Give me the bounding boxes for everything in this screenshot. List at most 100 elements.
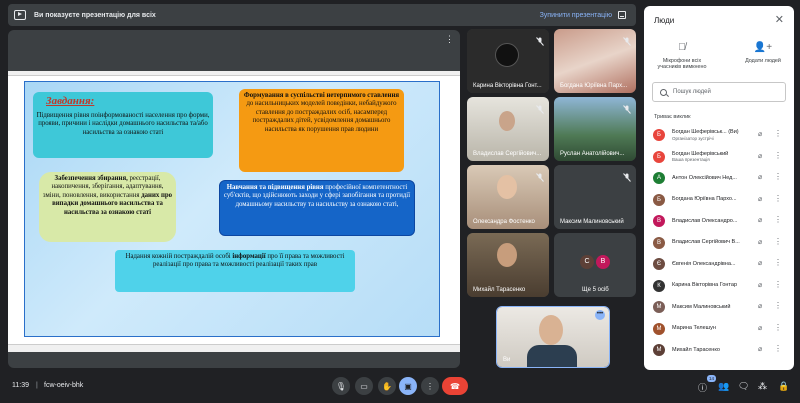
present-screen-icon <box>14 10 26 20</box>
slide-box-training-bold: Навчання та підвищення рівня <box>226 184 324 191</box>
present-button[interactable]: ▣ <box>399 377 417 395</box>
more-options-icon[interactable]: ⋮ <box>774 301 782 310</box>
participant-tile[interactable]: Максим Малиновський <box>554 165 636 229</box>
chat-icon[interactable]: 🗨 <box>738 381 749 392</box>
more-options-icon[interactable]: ⋮ <box>774 129 782 138</box>
mute-all-button[interactable]: 🎙̸ Мікрофони всіх учасників вимкнено <box>652 42 712 71</box>
participant-row[interactable]: А Антон Олексійович Нед... ⌀ ⋮ <box>644 168 794 188</box>
participant-tile[interactable]: Руслан Анатолійович... <box>554 97 636 161</box>
more-options-icon[interactable]: ⋮ <box>774 280 782 289</box>
close-icon[interactable]: ✕ <box>775 13 784 26</box>
participant-row[interactable]: Є Євгенія Олександрівна... ⌀ ⋮ <box>644 254 794 274</box>
info-icon[interactable]: ⓘ <box>698 381 707 394</box>
add-person-icon: 👤+ <box>753 42 773 53</box>
presenting-banner: Ви показуєте презентацію для всіх Зупини… <box>8 4 636 26</box>
participant-row[interactable]: Б Богдан Шеферівськ... (Ви) Організатор зу… <box>644 125 794 145</box>
meeting-code: fcw-oeiv-bhk <box>44 382 84 389</box>
slide-box-attitude: Формування в суспільстві нетерпимого ста… <box>239 89 404 172</box>
search-input[interactable]: Пошук людей <box>652 82 786 102</box>
stop-presenting-button[interactable]: Зупинити презентацію <box>540 12 612 19</box>
more-options-icon[interactable]: ⋮ <box>774 151 782 160</box>
participant-role: Ваша презентація <box>672 157 710 163</box>
browser-toolbar <box>8 71 460 76</box>
participant-row[interactable]: В Владислав Олександро... ⌀ ⋮ <box>644 211 794 231</box>
participant-name-block: Михайл Тарасенко <box>672 347 746 354</box>
participant-row[interactable]: М Марина Телешун ⌀ ⋮ <box>644 319 794 339</box>
pin-icon[interactable]: ⋮ <box>445 34 454 45</box>
more-participants-tile[interactable]: С В Ще 5 осіб <box>554 233 636 297</box>
mic-button[interactable]: 🎙 <box>332 377 350 395</box>
mic-off-icon: ⌀ <box>758 131 763 138</box>
mic-off-icon <box>623 169 631 182</box>
participant-tile[interactable]: Карина Вікторівна Гонт... <box>467 29 549 93</box>
mic-off-icon: ⌀ <box>758 174 763 181</box>
activities-icon[interactable]: ⁂ <box>758 381 767 392</box>
self-view-tile[interactable]: ••• Ви <box>496 306 610 368</box>
participant-row[interactable]: Б Богдана Юріївна Пархо... ⌀ ⋮ <box>644 190 794 210</box>
presenting-message: Ви показуєте презентацію для всіх <box>34 11 156 19</box>
mic-off-icon: ⌀ <box>758 238 763 246</box>
presentation-slide: Завдання: Підвищення рівня поінформовано… <box>24 81 440 337</box>
mic-off-icon <box>623 33 631 46</box>
slide-box-info-pre: Надання кожній постраждалій особі <box>125 253 233 260</box>
add-people-label: Додати людей <box>745 57 781 64</box>
participant-name: Карина Вікторівна Гонт... <box>473 83 542 89</box>
taskbar <box>8 344 460 352</box>
participant-name-block: Богдан Шеферівськ... (Ви) Організатор зус… <box>672 129 746 141</box>
avatar: М <box>653 322 665 335</box>
mic-off-icon: ⌀ <box>758 346 763 353</box>
participant-row[interactable]: К Карина Вікторівна Гонтар ⌀ ⋮ <box>644 276 794 296</box>
avatar: Б <box>653 193 665 206</box>
camera-button[interactable]: ▭ <box>355 377 373 395</box>
participant-row[interactable]: Б Богдан Шеферівський Ваша презентація ⌀ ⋮ <box>644 147 794 167</box>
participant-name-block: Владислав Сергійович В... <box>672 239 746 246</box>
participant-name-block: Антон Олексійович Нед... <box>672 175 746 182</box>
participant-tile[interactable]: Олександра Фостенко <box>467 165 549 229</box>
minimize-icon[interactable] <box>618 11 626 19</box>
mic-off-icon: ⌀ <box>758 303 763 310</box>
search-placeholder: Пошук людей <box>673 89 711 95</box>
mic-off-icon: ⌀ <box>758 217 763 224</box>
more-options-icon[interactable]: ⋮ <box>774 258 782 267</box>
raise-hand-button[interactable]: ✋ <box>378 377 396 395</box>
participant-row[interactable]: М Максим Малиновський ⌀ ⋮ <box>644 297 794 317</box>
avatar: Б <box>653 129 665 141</box>
participant-row[interactable]: В Владислав Сергійович В... ⌀ ⋮ <box>644 233 794 253</box>
more-options-button[interactable]: ⋮ <box>421 377 439 395</box>
mic-off-icon: ⌀ <box>758 195 763 203</box>
mic-off-icon <box>536 169 544 182</box>
clock: 11:39 <box>12 382 29 389</box>
add-people-button[interactable]: 👤+ Додати людей <box>738 42 788 64</box>
bottom-bar: 11:39 | fcw-oeiv-bhk 🎙 ▭ ✋ ▣ ⋮ ☎ ⓘ 👥 14 … <box>0 372 800 403</box>
more-options-icon[interactable]: ••• <box>595 310 605 320</box>
more-options-icon[interactable]: ⋮ <box>774 344 782 353</box>
self-name: Ви <box>503 357 511 363</box>
participant-tile[interactable]: Михайл Тарасенко <box>467 233 549 297</box>
slide-box-data: Забезпечення збирання, реєстрації, накоп… <box>39 172 176 242</box>
mic-off-icon <box>536 33 544 46</box>
avatar: Є <box>653 258 665 270</box>
more-options-icon[interactable]: ⋮ <box>774 194 782 203</box>
slide-box-attitude-text: до насильницьких моделей поведінки, неба… <box>246 100 397 133</box>
participant-row[interactable]: М Михайл Тарасенко ⌀ ⋮ <box>644 340 794 360</box>
participant-name: Богдана Юріївна Парх... <box>560 83 628 89</box>
avatar: Б <box>653 150 665 163</box>
people-icon[interactable]: 👥 <box>718 381 729 392</box>
slide-box-info: Надання кожній постраждалій особі інформ… <box>115 250 355 292</box>
more-options-icon[interactable]: ⋮ <box>774 323 782 332</box>
end-call-button[interactable]: ☎ <box>442 377 468 395</box>
participant-tile[interactable]: Владислав Сергійович... <box>467 97 549 161</box>
more-options-icon[interactable]: ⋮ <box>774 172 782 181</box>
participant-name: Михайл Тарасенко <box>672 346 720 353</box>
participant-name: Марина Телешун <box>672 325 716 332</box>
participant-name: Владислав Олександро... <box>672 217 738 224</box>
participant-name-block: Богдан Шеферівський Ваша презентація <box>672 151 746 163</box>
host-controls-icon[interactable]: 🔒 <box>778 381 789 392</box>
participant-tile[interactable]: Богдана Юріївна Парх... <box>554 29 636 93</box>
participant-name: Богдана Юріївна Пархо... <box>672 196 737 203</box>
more-options-icon[interactable]: ⋮ <box>774 237 782 246</box>
participant-name-block: Богдана Юріївна Пархо... <box>672 196 746 203</box>
more-options-icon[interactable]: ⋮ <box>774 215 782 224</box>
participant-name: Владислав Сергійович... <box>473 151 542 157</box>
slide-box-task: Завдання: Підвищення рівня поінформовано… <box>33 92 213 158</box>
